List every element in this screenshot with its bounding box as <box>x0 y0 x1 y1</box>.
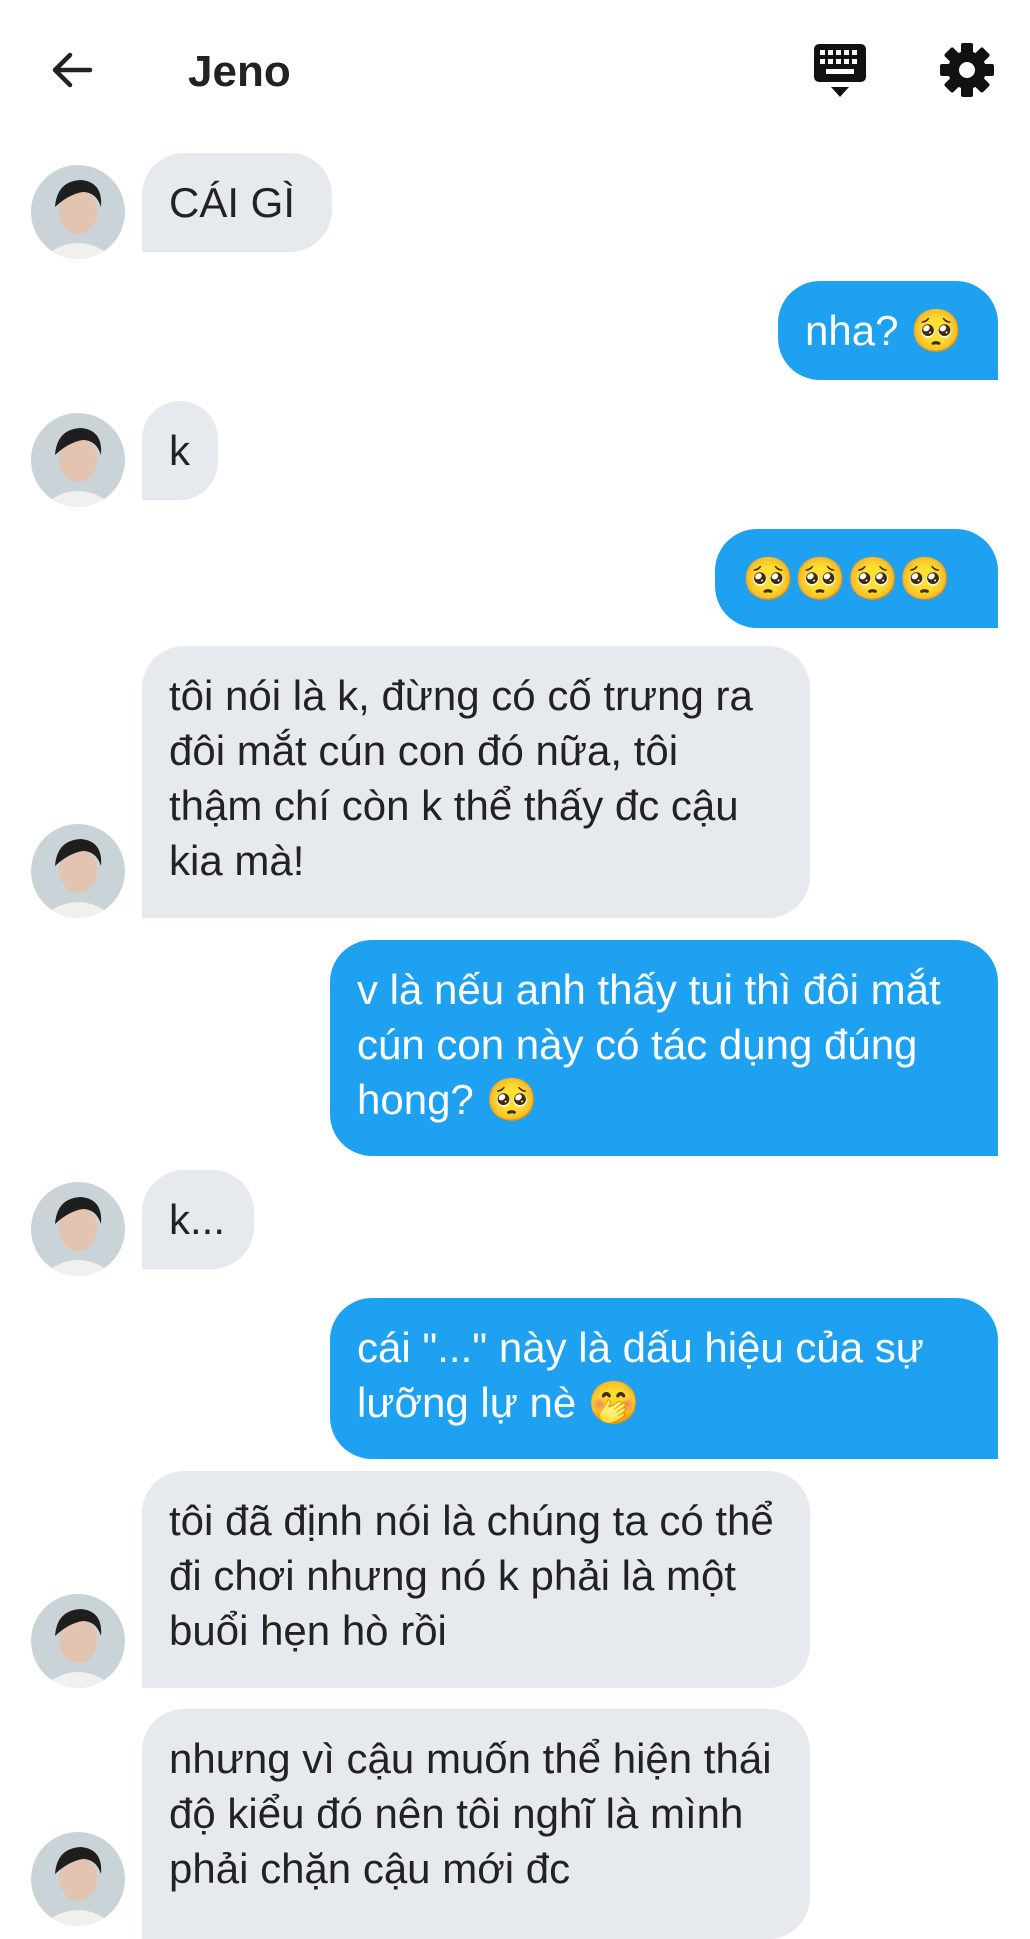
sent-message-bubble: nha? 🥺 <box>778 281 998 380</box>
keyboard-icon[interactable] <box>812 42 868 100</box>
chat-header: Jeno <box>0 0 1030 145</box>
sent-message-bubble: 🥺🥺🥺🥺 <box>715 529 998 628</box>
received-message-bubble: tôi nói là k, đừng có cố trưng ra đôi mắ… <box>142 646 810 918</box>
sent-message-bubble: cái "..." này là dấu hiệu của sự lưỡng l… <box>330 1298 998 1459</box>
avatar[interactable] <box>31 413 125 507</box>
avatar[interactable] <box>31 1832 125 1926</box>
avatar[interactable] <box>31 165 125 259</box>
received-message-bubble: k <box>142 401 218 500</box>
back-arrow-icon[interactable] <box>48 46 96 94</box>
received-message-bubble: nhưng vì cậu muốn thể hiện thái độ kiểu … <box>142 1709 810 1939</box>
contact-name: Jeno <box>188 47 291 96</box>
settings-gear-icon[interactable] <box>939 42 995 98</box>
sent-message-bubble: v là nếu anh thấy tui thì đôi mắt cún co… <box>330 940 998 1156</box>
received-message-bubble: tôi đã định nói là chúng ta có thể đi ch… <box>142 1471 810 1688</box>
avatar[interactable] <box>31 824 125 918</box>
avatar[interactable] <box>31 1594 125 1688</box>
avatar[interactable] <box>31 1182 125 1276</box>
received-message-bubble: CÁI GÌ <box>142 153 332 252</box>
received-message-bubble: k... <box>142 1170 254 1269</box>
